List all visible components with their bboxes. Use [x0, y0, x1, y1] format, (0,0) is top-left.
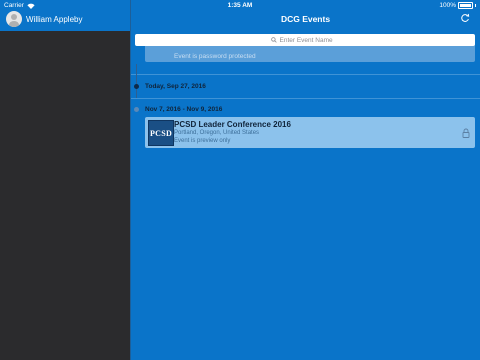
status-right: 100%: [439, 2, 476, 9]
event-note: Event is preview only: [174, 138, 231, 144]
refresh-icon[interactable]: [460, 13, 470, 23]
event-card[interactable]: PCSD PCSD Leader Conference 2016 Portlan…: [145, 117, 475, 148]
battery-icon: [458, 2, 473, 9]
battery-percent: 100%: [439, 2, 456, 9]
avatar-icon: [6, 11, 22, 27]
search-input[interactable]: [279, 36, 340, 44]
main-panel: DCG Events Event is password protected T…: [131, 0, 480, 360]
separator: [131, 98, 480, 99]
sidebar: William Appleby: [0, 0, 130, 360]
page-title: DCG Events: [280, 14, 331, 24]
event-title: PCSD Leader Conference 2016: [174, 120, 291, 129]
app-screen: William Appleby DCG Events Event is pass…: [0, 0, 480, 360]
timeline-dot: [134, 84, 139, 89]
section-date-today: Today, Sep 27, 2016: [145, 83, 206, 90]
section-date-range: Nov 7, 2016 - Nov 9, 2016: [145, 106, 223, 113]
search-icon: [270, 37, 277, 43]
separator: [131, 74, 480, 75]
status-bar: Carrier 1:35 AM 100%: [0, 0, 480, 11]
user-profile-button[interactable]: William Appleby: [6, 11, 82, 27]
user-name: William Appleby: [26, 14, 83, 24]
event-note: Event is password protected: [174, 53, 256, 60]
lock-icon: [462, 128, 470, 138]
timeline-line: [136, 64, 137, 98]
status-time: 1:35 AM: [227, 2, 253, 9]
event-location: Portland, Oregon, United States: [174, 130, 260, 136]
timeline-dot: [134, 107, 139, 112]
event-logo: PCSD: [148, 120, 174, 146]
search-bar: [135, 34, 475, 46]
